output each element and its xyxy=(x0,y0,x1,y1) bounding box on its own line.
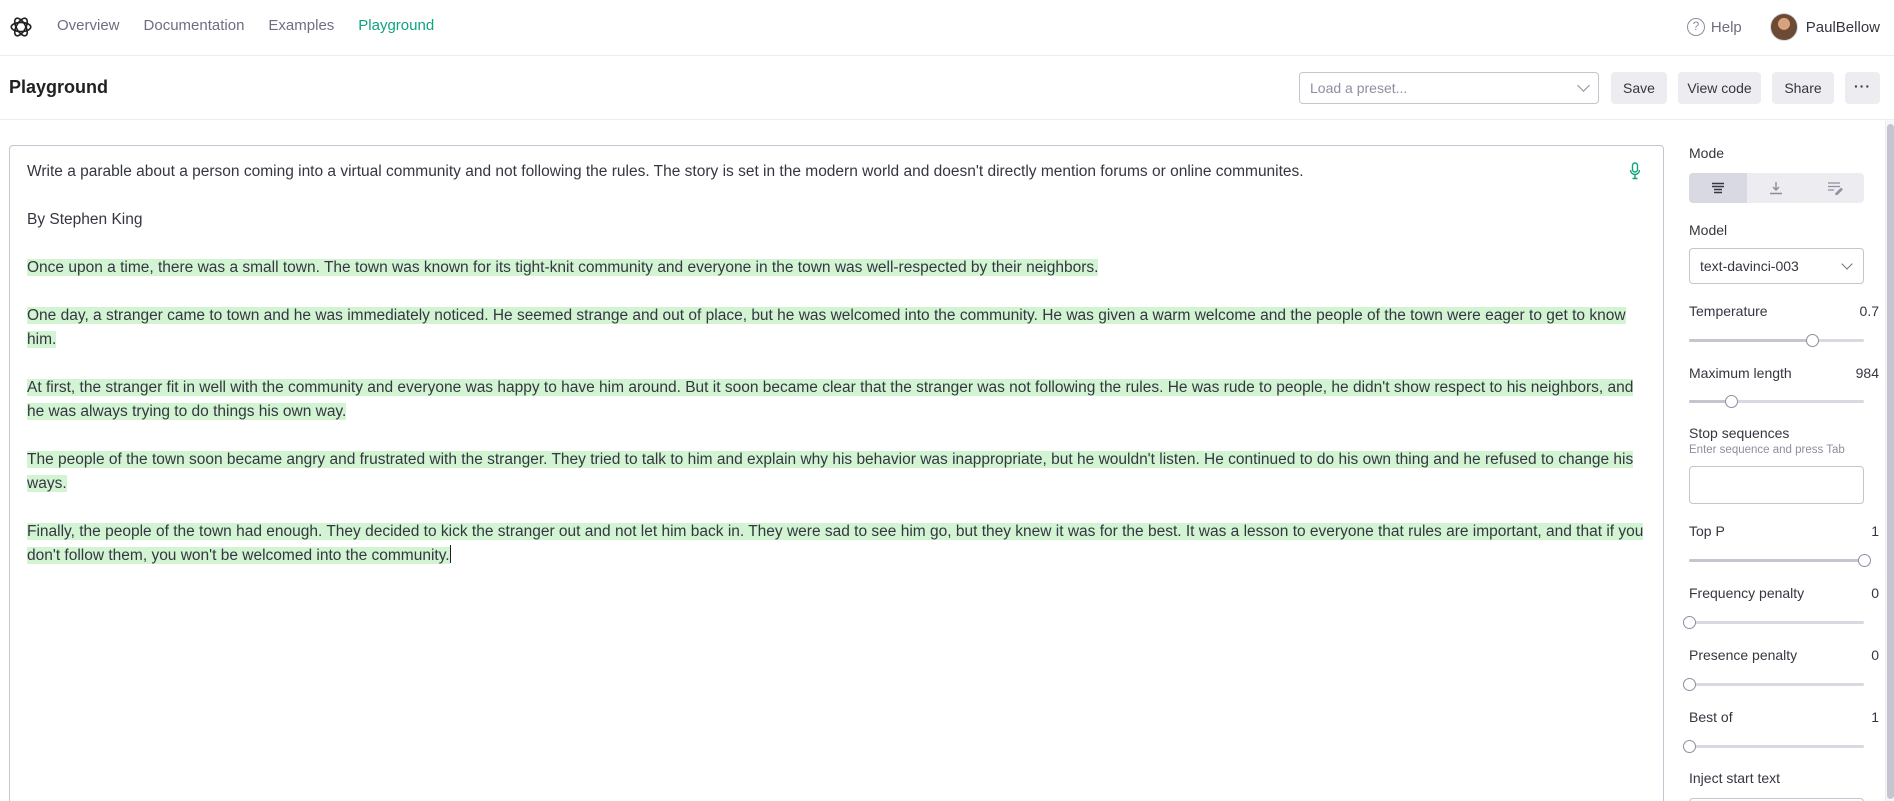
prompt-editor[interactable]: Write a parable about a person coming in… xyxy=(9,145,1664,801)
nav-link-examples[interactable]: Examples xyxy=(268,16,334,36)
microphone-icon[interactable] xyxy=(1629,162,1641,180)
prompt-text: Write a parable about a person coming in… xyxy=(27,163,1304,180)
username: PaulBellow xyxy=(1805,18,1880,36)
slider-handle[interactable] xyxy=(1805,334,1819,347)
nav-link-overview[interactable]: Overview xyxy=(57,16,120,36)
preset-placeholder: Load a preset... xyxy=(1310,80,1408,96)
edit-mode-icon xyxy=(1827,182,1843,195)
nav-link-playground[interactable]: Playground xyxy=(358,16,434,36)
settings-panel: Mode Model text-davinci-003 Temperature … xyxy=(1683,120,1879,801)
temperature-label: Temperature xyxy=(1689,303,1768,319)
completion-text: One day, a stranger came to town and he … xyxy=(27,307,1626,348)
stop-sequences-hint: Enter sequence and press Tab xyxy=(1689,444,1845,456)
scrollbar[interactable] xyxy=(1885,120,1894,801)
slider-fill xyxy=(1689,339,1812,342)
completion-paragraph: One day, a stranger came to town and he … xyxy=(27,304,1646,352)
best-of-slider[interactable] xyxy=(1683,740,1864,753)
model-value: text-davinci-003 xyxy=(1700,258,1799,274)
page-header: Playground Load a preset... Save View co… xyxy=(0,56,1894,120)
completion-paragraph: At first, the stranger fit in well with … xyxy=(27,376,1646,424)
completion-paragraph: Finally, the people of the town had enou… xyxy=(27,520,1646,568)
save-button[interactable]: Save xyxy=(1611,72,1667,104)
slider-fill xyxy=(1689,559,1864,562)
stop-sequences-input[interactable] xyxy=(1689,466,1864,504)
view-code-button[interactable]: View code xyxy=(1678,72,1761,104)
temperature-slider[interactable] xyxy=(1689,334,1864,347)
top-navigation: Overview Documentation Examples Playgrou… xyxy=(0,0,1894,56)
mode-edit-button[interactable] xyxy=(1806,173,1864,203)
mode-label: Mode xyxy=(1689,145,1725,161)
model-label: Model xyxy=(1689,222,1728,238)
nav-link-documentation[interactable]: Documentation xyxy=(144,16,245,36)
complete-mode-icon xyxy=(1712,182,1725,194)
insert-mode-icon xyxy=(1770,182,1783,195)
mode-selector xyxy=(1689,173,1864,203)
frequency-penalty-slider[interactable] xyxy=(1683,616,1864,629)
frequency-penalty-label: Frequency penalty xyxy=(1689,585,1805,601)
completion-text: Once upon a time, there was a small town… xyxy=(27,259,1099,276)
maximum-length-label: Maximum length xyxy=(1689,365,1792,381)
best-of-label: Best of xyxy=(1689,709,1733,725)
slider-handle[interactable] xyxy=(1858,554,1871,567)
slider-handle[interactable] xyxy=(1683,678,1696,691)
user-menu[interactable]: PaulBellow xyxy=(1769,13,1880,41)
slider-handle[interactable] xyxy=(1683,740,1696,753)
mode-insert-button[interactable] xyxy=(1747,173,1805,203)
mode-complete-button[interactable] xyxy=(1689,173,1748,203)
frequency-penalty-value[interactable]: 0 xyxy=(1871,585,1879,601)
presence-penalty-value[interactable]: 0 xyxy=(1871,647,1879,663)
slider-handle[interactable] xyxy=(1683,616,1696,629)
top-p-label: Top P xyxy=(1689,523,1725,539)
completion-paragraph: Once upon a time, there was a small town… xyxy=(27,256,1646,280)
nav-links: Overview Documentation Examples Playgrou… xyxy=(57,16,458,36)
completion-text: At first, the stranger fit in well with … xyxy=(27,379,1634,420)
model-select[interactable]: text-davinci-003 xyxy=(1689,248,1864,284)
temperature-value[interactable]: 0.7 xyxy=(1860,303,1879,319)
chevron-down-icon xyxy=(1841,258,1853,270)
more-options-button[interactable]: ··· xyxy=(1845,72,1880,104)
nav-right: ? Help PaulBellow xyxy=(1686,13,1880,41)
slider-handle[interactable] xyxy=(1725,395,1738,408)
completion-paragraph: The people of the town soon became angry… xyxy=(27,448,1646,496)
text-cursor xyxy=(449,545,451,563)
inject-start-text-label: Inject start text xyxy=(1689,770,1781,786)
help-label: Help xyxy=(1710,18,1742,36)
presence-penalty-slider[interactable] xyxy=(1683,678,1864,691)
completion-text: The people of the town soon became angry… xyxy=(27,451,1634,492)
best-of-value[interactable]: 1 xyxy=(1871,709,1879,725)
top-p-value[interactable]: 1 xyxy=(1871,523,1879,539)
byline-text: By Stephen King xyxy=(27,211,143,228)
help-link[interactable]: ? Help xyxy=(1686,18,1742,36)
openai-logo-icon[interactable] xyxy=(8,14,34,40)
avatar xyxy=(1769,13,1798,41)
question-circle-icon: ? xyxy=(1686,18,1705,36)
chevron-down-icon xyxy=(1577,79,1590,92)
stop-sequences-label: Stop sequences xyxy=(1689,425,1790,441)
top-p-slider[interactable] xyxy=(1689,554,1871,567)
maximum-length-slider[interactable] xyxy=(1689,395,1864,408)
presence-penalty-label: Presence penalty xyxy=(1689,647,1798,663)
maximum-length-value[interactable]: 984 xyxy=(1856,365,1879,381)
page-title: Playground xyxy=(9,77,109,97)
share-button[interactable]: Share xyxy=(1772,72,1834,104)
scrollbar-thumb[interactable] xyxy=(1887,124,1894,799)
preset-select[interactable]: Load a preset... xyxy=(1299,72,1599,104)
completion-text: Finally, the people of the town had enou… xyxy=(27,523,1644,564)
